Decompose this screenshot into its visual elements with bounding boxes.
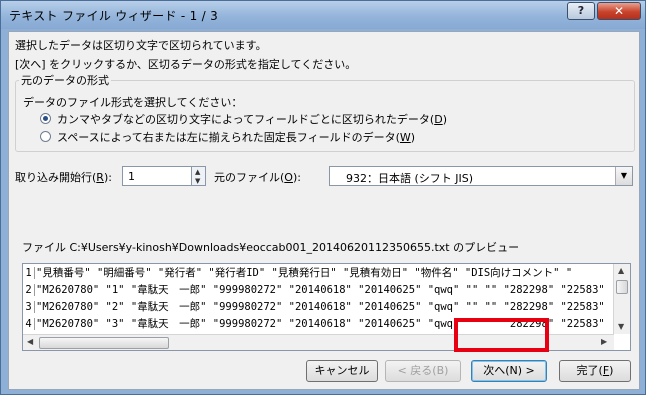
finish-text: 完了(	[576, 364, 603, 377]
window-title: テキスト ファイル ウィザード - 1 / 3	[9, 9, 219, 23]
origin-dropdown[interactable]: 932：日本語 (シフト JIS) ▼	[329, 166, 633, 186]
instruction-line-2: [次へ] をクリックするか、区切るデータの形式を指定してください。	[15, 58, 357, 71]
next-button-highlight	[454, 318, 549, 352]
scroll-right-icon[interactable]: ▶	[601, 337, 607, 346]
preview-row-text: "M2620780" "2" "韋駄天 一郎" "999980272" "201…	[36, 301, 610, 313]
radio-delimited-text: カンマやタブなどの区切り文字によってフィールドごとに区切られたデータ(	[57, 113, 435, 126]
origin-text: 元のファイル(	[214, 171, 285, 184]
help-icon[interactable]: ?	[567, 2, 595, 20]
start-row-end: ):	[103, 171, 112, 184]
preview-row-number: 2	[23, 284, 35, 296]
radio-delimited-label[interactable]: カンマやタブなどの区切り文字によってフィールドごとに区切られたデータ(D)	[57, 111, 447, 127]
start-row-value: 1	[128, 170, 135, 183]
scroll-up-icon[interactable]: ▲	[618, 266, 624, 275]
start-row-spinner[interactable]: ▲ ▼	[191, 166, 206, 186]
horizontal-scroll-thumb[interactable]	[39, 337, 169, 349]
spin-down-icon[interactable]: ▼	[195, 177, 200, 185]
finish-button[interactable]: 完了(F)	[559, 360, 631, 382]
instruction-line-1: 選択したデータは区切り文字で区切られています。	[15, 39, 267, 52]
title-bar[interactable]: テキスト ファイル ウィザード - 1 / 3 ? ✕	[1, 1, 645, 29]
radio-fixed-width[interactable]	[40, 131, 51, 142]
preview-row-text: "見積番号" "明細番号" "発行者" "発行者ID" "見積発行日" "見積有…	[36, 267, 573, 279]
cancel-button[interactable]: キャンセル	[306, 360, 378, 382]
radio-fixed-text: スペースによって右または左に揃えられた固定長フィールドのデータ(	[57, 131, 400, 144]
scroll-down-icon[interactable]: ▼	[618, 322, 624, 331]
format-prompt: データのファイル形式を選択してください：	[23, 96, 243, 109]
preview-caption: ファイル C:¥Users¥y-kinosh¥Downloads¥eoccab0…	[22, 241, 520, 254]
finish-end: )	[609, 364, 614, 377]
origin-value: 932：日本語 (シフト JIS)	[346, 172, 474, 185]
chevron-down-icon[interactable]: ▼	[615, 167, 632, 185]
vertical-scroll-thumb[interactable]	[616, 280, 628, 294]
radio-fixed-end: )	[410, 131, 416, 144]
format-group-title: 元のデータの形式	[19, 72, 111, 88]
preview-row: 2 "M2620780" "1" "韋駄天 一郎" "999980272" "20…	[23, 282, 610, 298]
close-icon[interactable]: ✕	[597, 2, 641, 20]
preview-vertical-scrollbar[interactable]: ▲ ▼	[613, 264, 630, 334]
start-row-key: R	[96, 171, 104, 184]
preview-row-number: 1	[23, 267, 35, 279]
origin-key: O	[284, 171, 293, 184]
preview-row-text: "M2620780" "1" "韋駄天 一郎" "999980272" "201…	[36, 284, 610, 296]
start-row-text: 取り込み開始行(	[15, 171, 97, 184]
start-row-input[interactable]: 1	[122, 166, 192, 186]
origin-end: ):	[292, 171, 301, 184]
preview-row: 1 "見積番号" "明細番号" "発行者" "発行者ID" "見積発行日" "見積…	[23, 265, 610, 281]
radio-delimited-end: )	[442, 113, 447, 126]
next-button[interactable]: 次へ(N) >	[471, 360, 547, 382]
start-row-label: 取り込み開始行(R):	[15, 169, 112, 185]
radio-fixed-key: W	[399, 131, 411, 144]
preview-row-number: 3	[23, 301, 35, 313]
radio-delimited-key: D	[434, 113, 443, 126]
scroll-left-icon[interactable]: ◀	[27, 337, 33, 346]
text-import-wizard-window: テキスト ファイル ウィザード - 1 / 3 ? ✕ 選択したデータは区切り文…	[0, 0, 646, 395]
back-button[interactable]: < 戻る(B)	[385, 360, 461, 382]
preview-row: 3 "M2620780" "2" "韋駄天 一郎" "999980272" "20…	[23, 299, 610, 315]
preview-row-number: 4	[23, 318, 35, 330]
radio-fixed-width-label[interactable]: スペースによって右または左に揃えられた固定長フィールドのデータ(W)	[57, 129, 415, 145]
spin-up-icon[interactable]: ▲	[195, 168, 200, 176]
origin-label: 元のファイル(O):	[214, 169, 301, 185]
radio-delimited[interactable]	[40, 113, 51, 124]
